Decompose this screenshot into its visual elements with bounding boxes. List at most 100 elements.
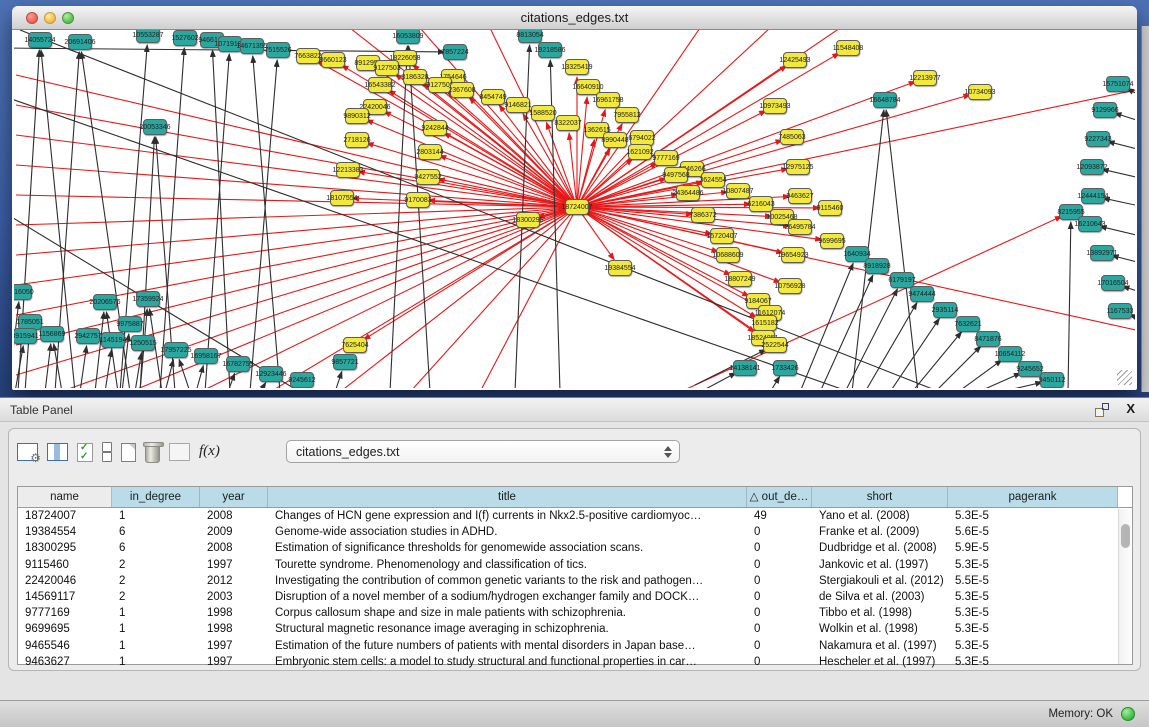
graph-node[interactable]: 18807249 — [728, 271, 752, 287]
graph-node[interactable]: 2367608 — [450, 82, 474, 98]
import-table-icon[interactable] — [169, 443, 190, 461]
graph-node[interactable]: 9129966 — [1093, 102, 1117, 118]
table-cell[interactable]: Nakamura et al. (1997) — [812, 638, 948, 654]
graph-node[interactable]: 8918928 — [865, 258, 889, 274]
table-cell[interactable]: 1 — [112, 654, 200, 670]
graph-node[interactable]: 11548408 — [836, 40, 860, 56]
graph-node[interactable]: 14055724 — [28, 32, 52, 48]
graph-node[interactable]: 1167533 — [1108, 303, 1132, 319]
graph-node[interactable]: 7632621 — [956, 316, 980, 332]
table-row[interactable]: 1830029562008Estimation of significance … — [18, 540, 1132, 556]
table-cell[interactable]: Yano et al. (2008) — [812, 508, 948, 524]
graph-node[interactable]: 9474444 — [910, 286, 934, 302]
graph-edge[interactable] — [253, 56, 280, 388]
graph-edge[interactable] — [20, 30, 940, 388]
graph-node[interactable]: 9463627 — [788, 188, 812, 204]
graph-node[interactable]: 18300295 — [516, 212, 540, 228]
graph-edge[interactable] — [335, 371, 342, 388]
graph-node[interactable]: 2718126 — [345, 132, 369, 148]
graph-node[interactable]: 19654923 — [781, 247, 805, 263]
graph-edge[interactable] — [80, 346, 87, 388]
graph-node[interactable]: 9975887 — [118, 316, 142, 332]
table-cell[interactable]: 1997 — [200, 638, 268, 654]
graph-node[interactable]: 9890312 — [345, 108, 369, 124]
graph-node[interactable]: 2616050 — [14, 284, 32, 300]
table-scrollbar[interactable] — [1118, 509, 1131, 664]
table-cell[interactable]: 9465546 — [18, 638, 112, 654]
table-cell[interactable]: 2008 — [200, 540, 268, 556]
graph-node[interactable]: 9115460 — [818, 200, 842, 216]
graph-node[interactable]: 9245652 — [1018, 361, 1042, 377]
graph-node[interactable]: 9227343 — [1086, 131, 1110, 147]
graph-node[interactable]: 8471876 — [976, 331, 1000, 347]
graph-node[interactable]: 10654112 — [998, 346, 1022, 362]
table-row[interactable]: 1456911722003Disruption of a novel membe… — [18, 589, 1132, 605]
graph-node[interactable]: 9450112 — [1040, 372, 1064, 388]
table-cell[interactable]: Embryonic stem cells: a model to study s… — [268, 654, 747, 670]
graph-node[interactable]: 9242844 — [423, 120, 447, 136]
graph-node[interactable]: 12093872 — [1080, 159, 1104, 175]
graph-node[interactable]: 2935114 — [933, 302, 957, 318]
graph-node[interactable]: 12923446 — [259, 366, 283, 382]
close-panel-icon[interactable]: X — [1126, 401, 1135, 416]
table-cell[interactable]: 2 — [112, 557, 200, 573]
table-cell[interactable]: Tibbo et al. (1998) — [812, 605, 948, 621]
create-column-icon[interactable] — [121, 443, 136, 462]
table-cell[interactable]: 2009 — [200, 524, 268, 540]
table-cell[interactable]: 2 — [112, 573, 200, 589]
table-cell[interactable]: 5.3E-5 — [948, 557, 1118, 573]
show-columns-icon[interactable] — [47, 443, 68, 461]
graph-node[interactable]: 26495784 — [788, 219, 812, 235]
graph-node[interactable]: 1615182 — [753, 315, 777, 331]
graph-node[interactable]: 9127503 — [375, 60, 399, 76]
graph-node[interactable]: 17016504 — [1101, 275, 1125, 291]
table-cell[interactable]: 19384554 — [18, 524, 112, 540]
graph-node[interactable]: 12975125 — [786, 159, 810, 175]
table-row[interactable]: 946554611997Estimation of the future num… — [18, 638, 1132, 654]
graph-edge[interactable] — [260, 383, 266, 388]
select-mode-icon[interactable] — [77, 443, 93, 462]
graph-node[interactable]: 9777169 — [654, 150, 678, 166]
graph-node[interactable]: 3915941 — [14, 328, 37, 344]
graph-edge[interactable] — [1102, 169, 1135, 180]
graph-node[interactable]: 10807487 — [726, 183, 750, 199]
window-resize-grip[interactable] — [1117, 370, 1132, 385]
table-cell[interactable]: 5.3E-5 — [948, 638, 1118, 654]
graph-node[interactable]: 1145194 — [101, 332, 125, 348]
graph-edge[interactable] — [886, 110, 918, 388]
graph-node[interactable]: 9699695 — [820, 233, 844, 249]
table-row[interactable]: 946362711997Embryonic stem cells: a mode… — [18, 654, 1132, 670]
graph-edge[interactable] — [1000, 382, 1042, 388]
table-cell[interactable]: 9115460 — [18, 557, 112, 573]
graph-node[interactable]: 15720407 — [710, 228, 734, 244]
table-cell[interactable]: 22420046 — [18, 573, 112, 589]
table-cell[interactable]: 0 — [747, 557, 812, 573]
table-cell[interactable]: 18300295 — [18, 540, 112, 556]
graph-node[interactable]: 7955812 — [615, 107, 639, 123]
graph-edge[interactable] — [340, 207, 577, 388]
graph-edge[interactable] — [160, 48, 184, 388]
column-header-5[interactable]: short — [812, 487, 948, 507]
column-header-1[interactable]: in_degree — [112, 487, 200, 507]
graph-edge[interactable] — [577, 90, 1135, 207]
graph-edge[interactable] — [935, 346, 981, 388]
table-cell[interactable]: Wolkin et al. (1998) — [812, 621, 948, 637]
scrollbar-thumb[interactable] — [1121, 524, 1130, 548]
table-cell[interactable]: 6 — [112, 524, 200, 540]
delete-column-icon[interactable] — [145, 442, 160, 463]
graph-node[interactable]: 16958167 — [194, 348, 218, 364]
graph-node[interactable]: 12213977 — [913, 70, 937, 86]
table-cell[interactable]: 0 — [747, 589, 812, 605]
table-cell[interactable]: Hescheler et al. (1997) — [812, 654, 948, 670]
table-cell[interactable]: 5.3E-5 — [948, 589, 1118, 605]
graph-node[interactable]: 1156869 — [40, 326, 64, 342]
graph-node[interactable]: 6216043 — [749, 196, 773, 212]
graph-node[interactable]: 17359924 — [136, 291, 160, 307]
graph-node[interactable]: 12444154 — [1081, 188, 1105, 204]
graph-node[interactable]: 20053346 — [143, 119, 167, 135]
table-cell[interactable]: 5.3E-5 — [948, 621, 1118, 637]
table-cell[interactable]: 2 — [112, 589, 200, 605]
graph-edge[interactable] — [179, 359, 190, 388]
graph-node[interactable]: 18107554 — [330, 190, 354, 206]
graph-edge[interactable] — [820, 275, 873, 388]
